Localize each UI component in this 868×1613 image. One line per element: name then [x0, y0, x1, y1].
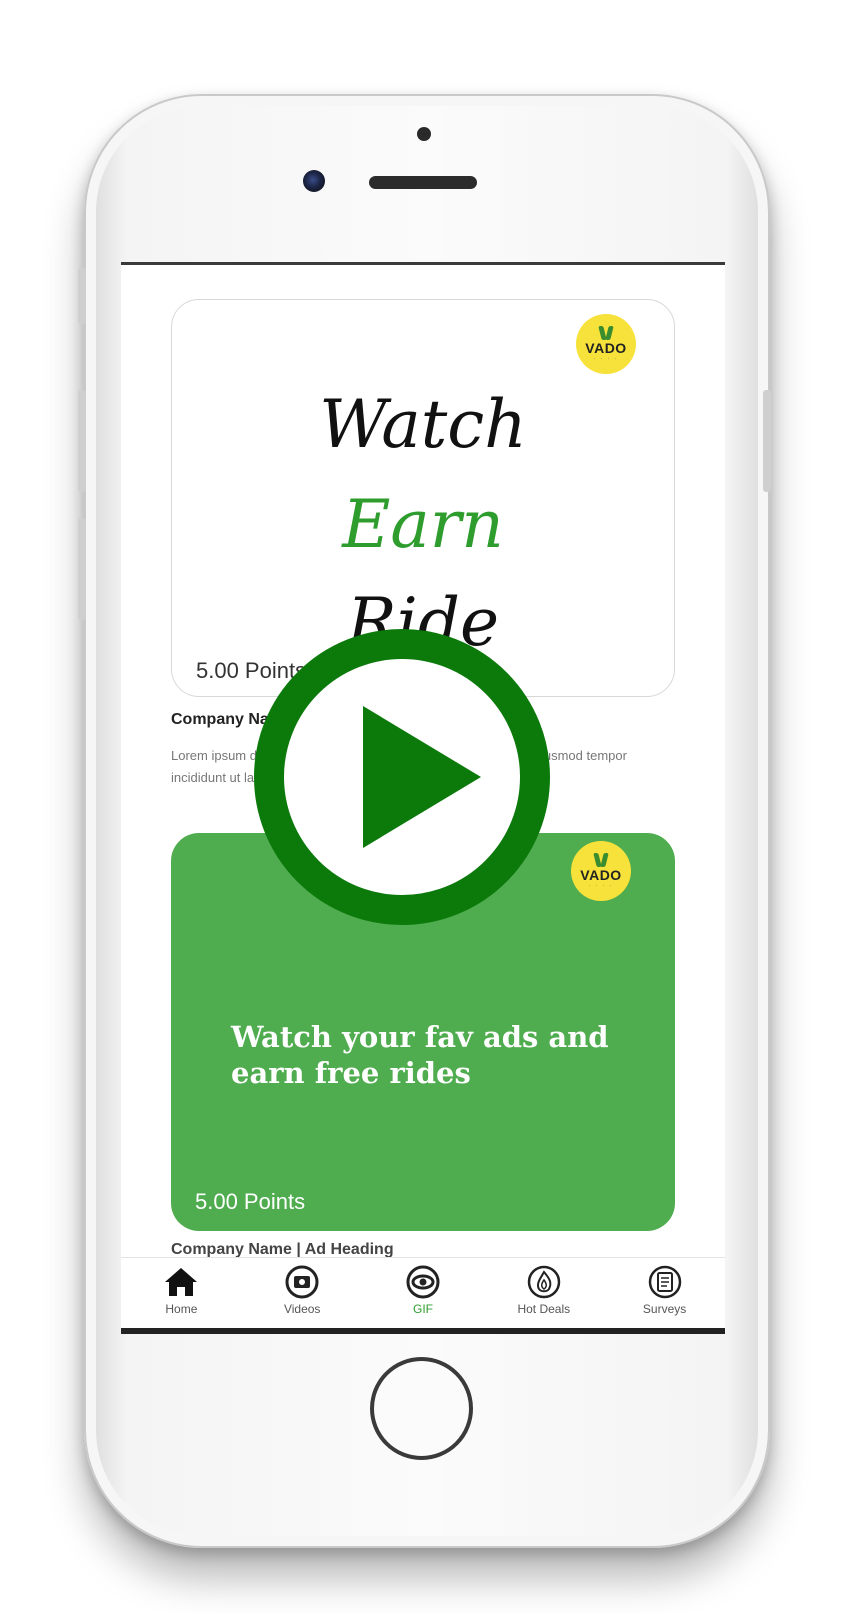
- nav-gif[interactable]: GIF: [363, 1258, 484, 1328]
- home-icon: [163, 1264, 199, 1300]
- hot-deals-icon: [526, 1264, 562, 1300]
- nav-label-videos: Videos: [283, 1302, 321, 1316]
- play-icon: [254, 629, 550, 925]
- nav-label-hot-deals: Hot Deals: [517, 1302, 571, 1316]
- mute-switch: [78, 268, 86, 324]
- points-label: 5.00 Points: [195, 1189, 306, 1214]
- earpiece-speaker: [369, 176, 477, 189]
- nav-hot-deals[interactable]: Hot Deals: [483, 1258, 604, 1328]
- nav-label-gif: GIF: [412, 1302, 433, 1316]
- vado-mark-icon: [598, 326, 614, 340]
- survey-icon: [647, 1264, 683, 1300]
- vado-logo-badge: VADO · · · ·: [576, 314, 636, 374]
- vado-logo-text: VADO: [585, 340, 627, 356]
- nav-label-home: Home: [165, 1302, 198, 1316]
- front-camera: [303, 170, 325, 192]
- play-button[interactable]: [253, 628, 551, 926]
- volume-down-button: [78, 518, 86, 620]
- home-button[interactable]: [370, 1357, 473, 1460]
- nav-home[interactable]: Home: [121, 1258, 242, 1328]
- nav-label-surveys: Surveys: [642, 1302, 687, 1316]
- power-button: [763, 390, 771, 492]
- script-earn: Earn: [342, 486, 504, 563]
- bottom-navigation: Home Videos GIF Hot Deals Surveys: [121, 1257, 725, 1328]
- vado-logo-text: VADO: [580, 867, 622, 883]
- nav-surveys[interactable]: Surveys: [604, 1258, 725, 1328]
- gif-icon: [405, 1264, 441, 1300]
- nav-videos[interactable]: Videos: [242, 1258, 363, 1328]
- video-icon: [284, 1264, 320, 1300]
- ad-headline: Watch your fav ads and earn free rides: [231, 1020, 609, 1090]
- volume-up-button: [78, 390, 86, 492]
- script-watch: Watch: [319, 386, 527, 463]
- vado-logo-dots: · · · ·: [588, 883, 614, 889]
- vado-logo-badge: VADO · · · ·: [571, 841, 631, 901]
- vado-logo-dots: · · · ·: [593, 356, 619, 362]
- vado-mark-icon: [593, 853, 609, 867]
- proximity-sensor: [417, 127, 431, 141]
